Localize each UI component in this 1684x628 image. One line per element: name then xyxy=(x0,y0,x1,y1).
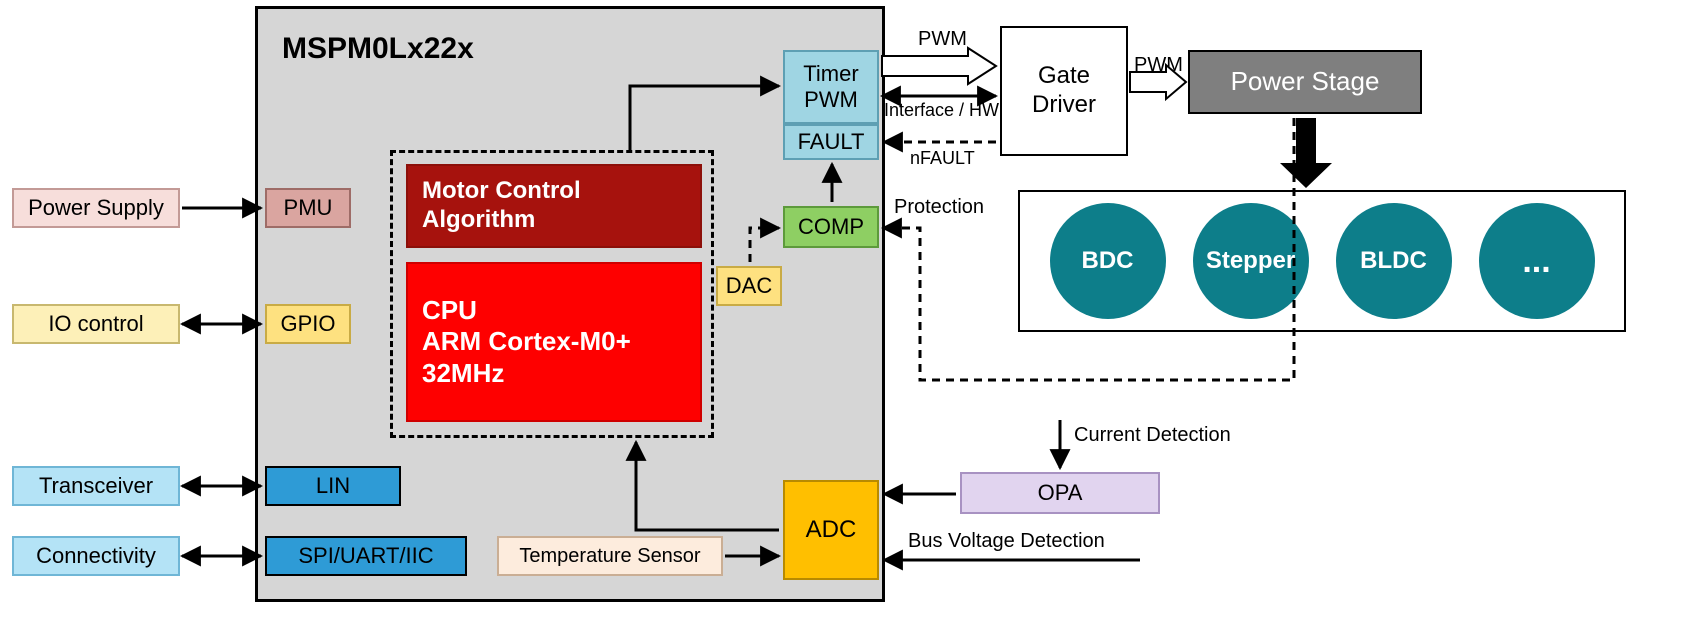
pmu-block: PMU xyxy=(265,188,351,228)
power-supply-block: Power Supply xyxy=(12,188,180,228)
timer-pwm-block: Timer PWM xyxy=(783,50,879,124)
label-bus-voltage: Bus Voltage Detection xyxy=(908,530,1105,553)
pwm-hollow-arrow-1 xyxy=(882,48,996,84)
motor-type-more: ... xyxy=(1479,203,1595,319)
fault-block: FAULT xyxy=(783,124,879,160)
diagram-stage: MSPM0Lx22x Motor Control Algorithm CPU A… xyxy=(0,0,1684,628)
motor-type-bdc: BDC xyxy=(1050,203,1166,319)
label-pwm-top: PWM xyxy=(918,28,967,51)
gate-driver-block: Gate Driver xyxy=(1000,26,1128,156)
label-nfault: nFAULT xyxy=(910,148,975,169)
motor-type-stepper: Stepper xyxy=(1193,203,1309,319)
io-control-block: IO control xyxy=(12,304,180,344)
transceiver-block: Transceiver xyxy=(12,466,180,506)
motor-types-group: BDC Stepper BLDC ... xyxy=(1018,190,1626,332)
comp-block: COMP xyxy=(783,206,879,248)
dac-block: DAC xyxy=(716,266,782,306)
lin-block: LIN xyxy=(265,466,401,506)
power-to-motors-arrow xyxy=(1280,118,1332,188)
motor-control-algorithm-block: Motor Control Algorithm xyxy=(406,164,702,248)
spi-uart-iic-block: SPI/UART/IIC xyxy=(265,536,467,576)
chip-title: MSPM0Lx22x xyxy=(282,32,474,66)
label-protection: Protection xyxy=(894,196,984,219)
temperature-sensor-block: Temperature Sensor xyxy=(497,536,723,576)
opa-block: OPA xyxy=(960,472,1160,514)
label-interface-hw: Interface / HW xyxy=(884,100,999,121)
label-current-detection: Current Detection xyxy=(1074,424,1231,447)
motor-type-bldc: BLDC xyxy=(1336,203,1452,319)
cpu-block: CPU ARM Cortex-M0+ 32MHz xyxy=(406,262,702,422)
adc-block: ADC xyxy=(783,480,879,580)
connectivity-block: Connectivity xyxy=(12,536,180,576)
power-stage-block: Power Stage xyxy=(1188,50,1422,114)
gpio-block: GPIO xyxy=(265,304,351,344)
label-pwm-right: PWM xyxy=(1134,54,1183,77)
